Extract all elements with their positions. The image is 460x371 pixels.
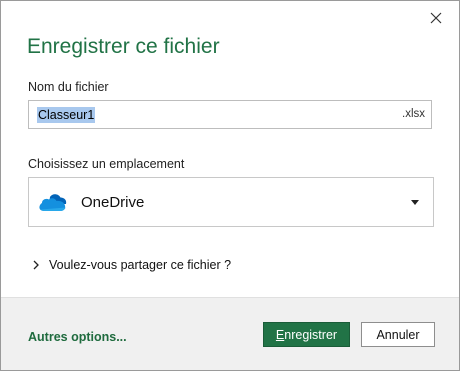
share-toggle[interactable]: Voulez-vous partager ce fichier ?	[32, 258, 231, 272]
filename-field[interactable]: Classeur1 .xlsx	[28, 100, 432, 129]
filename-label: Nom du fichier	[28, 80, 109, 94]
close-button[interactable]	[423, 7, 449, 29]
caret-down-icon	[411, 200, 419, 205]
cancel-button[interactable]: Annuler	[361, 322, 435, 347]
location-label: Choisissez un emplacement	[28, 157, 185, 171]
close-icon	[430, 12, 442, 24]
dialog-footer: Autres options... Enregistrer Annuler	[1, 297, 459, 370]
save-dialog: Enregistrer ce fichier Nom du fichier Cl…	[0, 0, 460, 371]
filename-input[interactable]: Classeur1	[37, 107, 96, 123]
save-button-accesskey: E	[275, 327, 285, 342]
dialog-title: Enregistrer ce fichier	[27, 35, 220, 58]
share-label: Voulez-vous partager ce fichier ?	[49, 258, 232, 272]
more-options-link[interactable]: Autres options...	[28, 330, 127, 344]
location-selected: OneDrive	[81, 194, 145, 211]
chevron-right-icon	[32, 258, 44, 272]
save-button-label: nregistrer	[284, 327, 338, 342]
file-extension: .xlsx	[402, 108, 425, 120]
save-button[interactable]: Enregistrer	[263, 322, 350, 347]
onedrive-cloud-icon	[39, 194, 67, 211]
location-dropdown[interactable]: OneDrive	[28, 177, 434, 227]
